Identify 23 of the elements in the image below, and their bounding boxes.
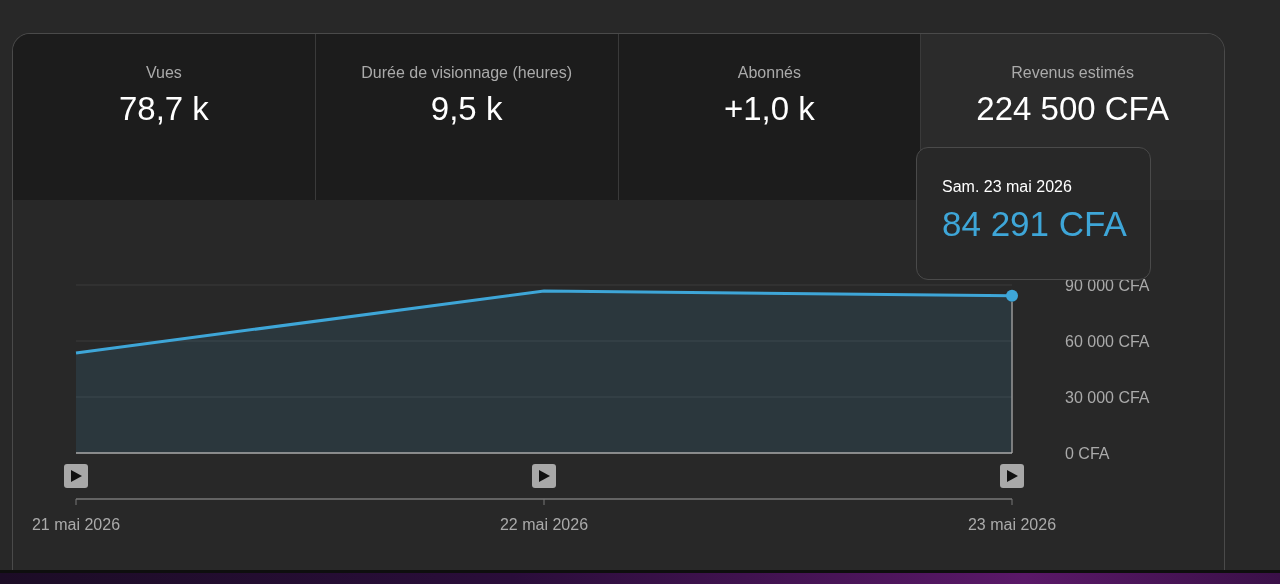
axis-label: 60 000 CFA: [1065, 333, 1150, 350]
metric-label: Revenus estimés: [1011, 64, 1134, 82]
metric-label: Vues: [145, 64, 182, 82]
play-button[interactable]: [64, 464, 88, 488]
axis-label: 0 CFA: [1065, 445, 1110, 462]
metric-tab[interactable]: Vues 78,7 k: [13, 34, 316, 200]
axis-label: 30 000 CFA: [1065, 389, 1150, 406]
metric-value: 9,5 k: [430, 90, 503, 128]
play-button[interactable]: [532, 464, 556, 488]
axis-label: 21 mai 2026: [31, 516, 121, 533]
play-button[interactable]: [1000, 464, 1024, 488]
metric-label: Abonnés: [737, 64, 801, 82]
metric-value: +1,0 k: [723, 90, 815, 128]
metric-value: 78,7 k: [118, 90, 209, 128]
metric-tab[interactable]: Abonnés +1,0 k: [618, 34, 922, 200]
data-point: [1006, 289, 1018, 302]
tooltip-value: 84 291 CFA: [942, 204, 1127, 244]
axis-label: 23 mai 2026: [967, 516, 1057, 533]
metric-tab[interactable]: Durée de visionnage (heures) 9,5 k: [315, 34, 619, 200]
axis-label: 22 mai 2026: [499, 516, 589, 533]
tooltip-date: Sam. 23 mai 2026: [942, 178, 1072, 196]
metric-value: 224 500 CFA: [976, 90, 1169, 128]
metric-label: Durée de visionnage (heures): [361, 64, 572, 82]
